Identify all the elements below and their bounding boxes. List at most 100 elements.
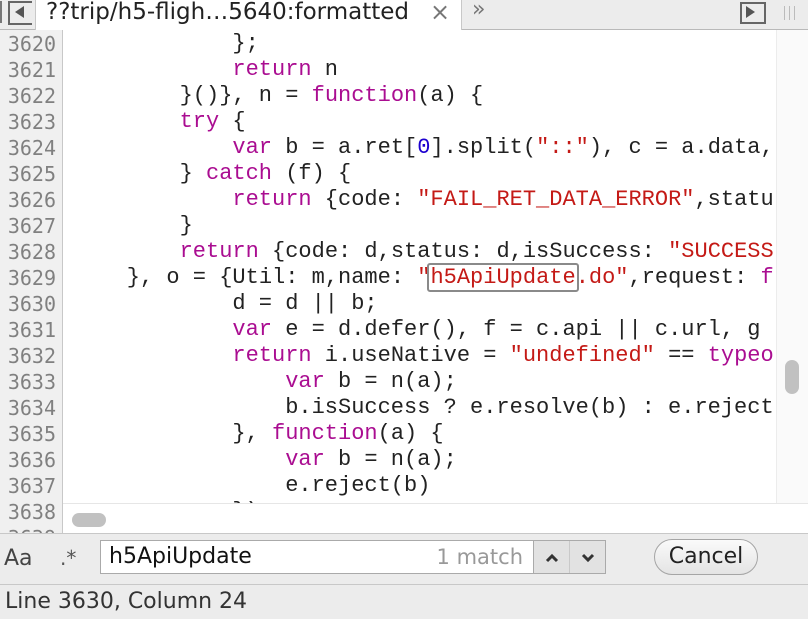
horizontal-scrollbar-track[interactable] <box>63 503 808 533</box>
code-token: (f) { <box>272 161 352 186</box>
code-token: {code: <box>311 187 418 212</box>
code-token: b = n(a); <box>324 447 457 472</box>
code-token: }, <box>232 421 272 446</box>
line-number: 3626 <box>7 188 56 212</box>
code-token: catch <box>206 161 273 186</box>
code-line: } catch (f) { <box>180 161 352 187</box>
cancel-button[interactable]: Cancel <box>654 539 758 575</box>
code-line: var b = n(a); <box>285 369 457 395</box>
close-icon[interactable]: × <box>430 0 450 26</box>
code-token: b = n(a); <box>324 369 457 394</box>
line-number: 3629 <box>7 266 56 290</box>
code-line: d = d || b; <box>232 291 377 317</box>
tab-formatted-source[interactable]: ??trip/h5-fligh…5640:formatted × <box>35 0 462 30</box>
search-bar: Aa .* h5ApiUpdate 1 match Cancel <box>0 533 808 584</box>
code-line: var b = a.ret[0].split("::"), c = a.data… <box>232 135 773 161</box>
code-line: var e = d.defer(), f = c.api || c.url, g… <box>232 317 774 343</box>
next-match-button[interactable] <box>570 541 605 573</box>
code-token: typeo <box>707 343 774 368</box>
more-tabs-icon[interactable]: » <box>472 0 485 22</box>
line-number: 3621 <box>7 58 56 82</box>
code-token: ].split( <box>430 135 537 160</box>
code-token: e = d.defer(), f = c.api || c.url, g = <box>272 317 774 342</box>
code-token: b = a.ret[ <box>272 135 418 160</box>
code-token: { <box>219 109 246 134</box>
line-number: 3635 <box>7 422 56 446</box>
line-number: 3631 <box>7 318 56 342</box>
code-token: (a) { <box>417 83 484 108</box>
status-bar: Line 3630, Column 24 <box>0 584 808 619</box>
code-token: function <box>272 421 378 446</box>
cursor-position: Line 3630, Column 24 <box>5 589 248 614</box>
code-line: }, function(a) { <box>232 421 443 447</box>
horizontal-scrollbar-thumb[interactable] <box>72 513 106 527</box>
match-case-toggle[interactable]: Aa <box>4 546 33 571</box>
line-number: 3625 <box>7 162 56 186</box>
line-number: 3638 <box>7 500 56 524</box>
code-token: var <box>232 317 272 342</box>
line-number: 3630 <box>7 292 56 316</box>
code-token: f <box>760 265 774 290</box>
code-token: var <box>285 369 325 394</box>
code-token: } <box>179 161 206 186</box>
code-line: return {code: d,status: d,isSuccess: "SU… <box>180 239 774 265</box>
triangle-left-icon <box>15 6 24 18</box>
code-line: var b = n(a); <box>285 447 457 473</box>
code-token: ), c = a.data, <box>588 135 774 160</box>
code-line: return i.useNative = "undefined" == type… <box>232 343 773 369</box>
search-query: h5ApiUpdate <box>109 544 252 569</box>
code-token: 0 <box>417 135 431 160</box>
code-line: } <box>180 213 193 239</box>
code-token: (a) { <box>377 421 444 446</box>
line-number: 3632 <box>7 344 56 368</box>
previous-match-button[interactable] <box>534 541 570 573</box>
code-area[interactable]: }; return n}()}, n = function(a) {try {va… <box>74 30 774 533</box>
code-token: b.isSuccess ? e.resolve(b) : e.reject <box>285 395 774 420</box>
code-token: d = d || b; <box>232 291 378 316</box>
line-number: 3623 <box>7 110 56 134</box>
triangle-right-icon <box>746 6 755 18</box>
code-token: ,request: <box>628 265 761 290</box>
search-input[interactable]: h5ApiUpdate 1 match <box>100 540 534 574</box>
line-number: 3634 <box>7 396 56 420</box>
line-number: 3624 <box>7 136 56 160</box>
line-number: 3622 <box>7 84 56 108</box>
code-token: ,statu <box>694 187 774 212</box>
code-token: }()}, n = <box>179 83 312 108</box>
chevron-up-icon <box>545 553 558 562</box>
tab-bar: ??trip/h5-fligh…5640:formatted × » <box>0 0 808 30</box>
code-token: function <box>311 83 418 108</box>
code-token: return <box>232 57 312 82</box>
code-token: return <box>232 343 312 368</box>
regex-toggle[interactable]: .* <box>60 546 76 570</box>
code-line: try { <box>180 109 246 135</box>
line-number-gutter: 3620 3621 3622 3623 3624 3625 3626 3627 3628 3629… <box>0 30 63 533</box>
code-token: return <box>232 187 312 212</box>
code-line: return n <box>232 57 338 83</box>
vertical-scrollbar-thumb[interactable] <box>785 360 799 394</box>
code-editor[interactable]: 3620 3621 3622 3623 3624 3625 3626 3627 3628 3629… <box>0 30 808 533</box>
line-number: 3627 <box>7 214 56 238</box>
code-token: "FAIL_RET_DATA_ERROR" <box>417 187 695 212</box>
scroll-tabs-left-button[interactable] <box>0 1 32 25</box>
vertical-scrollbar-track[interactable] <box>776 30 808 503</box>
code-line: return {code: "FAIL_RET_DATA_ERROR",stat… <box>232 187 773 213</box>
code-token: "::" <box>536 135 589 160</box>
line-number: 3637 <box>7 474 56 498</box>
code-token: n <box>311 57 339 82</box>
code-token: .do" <box>575 265 629 290</box>
code-token: {code: d,status: d,isSuccess: <box>258 239 669 264</box>
code-token: "SUCCESS <box>668 239 774 264</box>
tab-title: ??trip/h5-fligh…5640:formatted <box>46 0 409 25</box>
divider <box>0 1 6 23</box>
code-line: }()}, n = function(a) { <box>180 83 484 109</box>
code-token: == <box>654 343 708 368</box>
code-token: } <box>179 213 193 238</box>
line-number: 3639 <box>0 525 56 533</box>
resize-grip-icon[interactable] <box>782 6 800 20</box>
toggle-sidebar-button[interactable] <box>740 2 768 24</box>
chevron-down-icon <box>581 553 594 562</box>
code-token: }, o = {Util: m,name: <box>126 265 418 290</box>
line-number: 3636 <box>7 448 56 472</box>
code-line: e.reject(b) <box>285 473 430 499</box>
